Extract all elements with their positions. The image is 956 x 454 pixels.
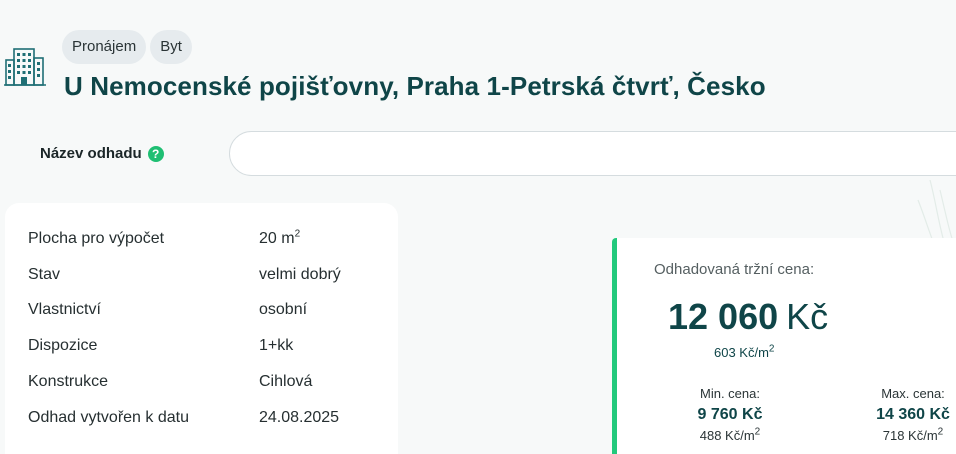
- detail-value: Cihlová: [259, 373, 313, 390]
- min-price-value: 9 760 Kč: [697, 406, 763, 423]
- detail-row-created-date: Odhad vytvořen k datu 24.08.2025: [28, 407, 388, 429]
- detail-label: Odhad vytvořen k datu: [28, 409, 189, 426]
- detail-value: velmi dobrý: [259, 266, 341, 283]
- min-price: Min. cena: 9 760 Kč 488 Kč/m2: [685, 386, 775, 443]
- max-price-value: 14 360 Kč: [876, 406, 950, 423]
- detail-row-ownership: Vlastnictví osobní: [28, 299, 388, 321]
- chip-flat: Byt: [150, 30, 192, 64]
- property-details-card: Plocha pro výpočet 20 m2 Stav velmi dobr…: [5, 203, 398, 454]
- estimate-page: Pronájem Byt U Nemocenské pojišťovny, Pr…: [0, 0, 956, 454]
- estimated-price: 12 060 Kč: [668, 296, 828, 338]
- detail-value: 24.08.2025: [259, 409, 340, 426]
- detail-label: Plocha pro výpočet: [28, 230, 165, 247]
- price-caption: Odhadovaná tržní cena:: [654, 261, 815, 278]
- detail-label: Konstrukce: [28, 373, 109, 390]
- detail-label: Stav: [28, 266, 61, 283]
- detail-row-condition: Stav velmi dobrý: [28, 264, 388, 286]
- min-price-label: Min. cena:: [700, 386, 760, 401]
- price-estimate-card: Odhadovaná tržní cena: 12 060 Kč 603 Kč/m…: [612, 238, 956, 454]
- property-tags: Pronájem Byt: [62, 30, 192, 64]
- detail-value: 1+kk: [259, 337, 294, 354]
- estimate-name-label: Název odhadu ?: [40, 145, 164, 162]
- price-per-m2: 603 Kč/m2: [714, 343, 775, 360]
- max-price-label: Max. cena:: [881, 386, 945, 401]
- detail-value: 20 m2: [259, 228, 301, 247]
- price-currency: Kč: [786, 296, 829, 337]
- max-price-per-m2: 718 Kč/m2: [882, 426, 944, 443]
- min-price-per-m2: 488 Kč/m2: [699, 426, 761, 443]
- detail-label: Dispozice: [28, 337, 98, 354]
- detail-label: Vlastnictví: [28, 301, 101, 318]
- question-icon[interactable]: ?: [147, 145, 164, 162]
- estimate-name-label-text: Název odhadu: [40, 145, 142, 162]
- price-amount: 12 060: [668, 296, 779, 337]
- max-price: Max. cena: 14 360 Kč 718 Kč/m2: [863, 386, 956, 443]
- detail-value: osobní: [259, 301, 308, 318]
- estimate-name-input[interactable]: [229, 131, 956, 176]
- page-title: U Nemocenské pojišťovny, Praha 1-Petrská…: [64, 71, 766, 101]
- detail-row-construction: Konstrukce Cihlová: [28, 371, 388, 393]
- detail-row-area: Plocha pro výpočet 20 m2: [28, 228, 388, 250]
- chip-rental: Pronájem: [62, 30, 147, 64]
- detail-row-layout: Dispozice 1+kk: [28, 335, 388, 357]
- building-icon: [4, 48, 46, 86]
